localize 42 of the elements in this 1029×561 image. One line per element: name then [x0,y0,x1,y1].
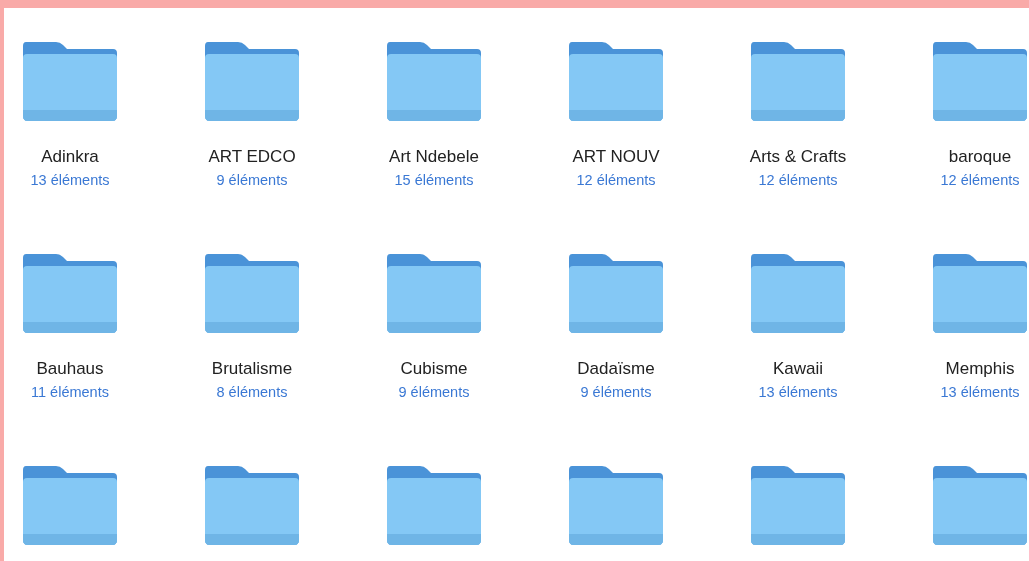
folder-icon[interactable] [22,40,118,122]
item-count: 9 éléments [580,383,652,402]
folder-name[interactable]: Arts & Crafts [749,146,847,168]
item-count: 9 éléments [216,171,288,190]
folder-icon[interactable] [386,40,482,122]
folder-icon[interactable] [750,40,846,122]
folder-icon[interactable] [22,252,118,334]
folder-icon[interactable] [204,252,300,334]
folder-icon[interactable] [750,464,846,546]
item-count: 9 éléments [398,383,470,402]
folder-icon[interactable] [932,252,1028,334]
folder-name[interactable]: Kawaii [772,358,824,380]
item-count: 12 éléments [576,171,656,190]
folder-name[interactable]: Dadaïsme [577,358,655,380]
folder-icon[interactable] [386,252,482,334]
item-count: 12 éléments [940,171,1020,190]
folder-name[interactable]: baroque [948,146,1012,168]
folder-icon[interactable] [386,464,482,546]
folder-icon[interactable] [932,464,1028,546]
folder-icon[interactable] [932,40,1028,122]
item-count: 12 éléments [758,171,838,190]
folder-icon[interactable] [204,40,300,122]
item-count: 13 éléments [758,383,838,402]
folder-icon[interactable] [750,252,846,334]
folder-name[interactable]: Brutalisme [211,358,293,380]
item-count: 15 éléments [394,171,474,190]
folder-icon[interactable] [568,40,664,122]
item-count: 13 éléments [940,383,1020,402]
folder-name[interactable]: Art Ndebele [389,146,479,168]
folder-name[interactable]: Memphis [945,358,1015,380]
folder-icon[interactable] [568,252,664,334]
item-count: 8 éléments [216,383,288,402]
folder-icon[interactable] [568,464,664,546]
folder-name[interactable]: ART EDCO [208,146,296,168]
folder-icon[interactable] [204,464,300,546]
item-count: 11 éléments [31,383,109,402]
folder-name[interactable]: Bauhaus [36,358,104,380]
folder-name[interactable]: Adinkra [41,146,99,168]
folder-name[interactable]: ART NOUV [572,146,660,168]
item-count: 13 éléments [30,171,110,190]
folder-icon[interactable] [22,464,118,546]
folder-name[interactable]: Cubisme [400,358,468,380]
